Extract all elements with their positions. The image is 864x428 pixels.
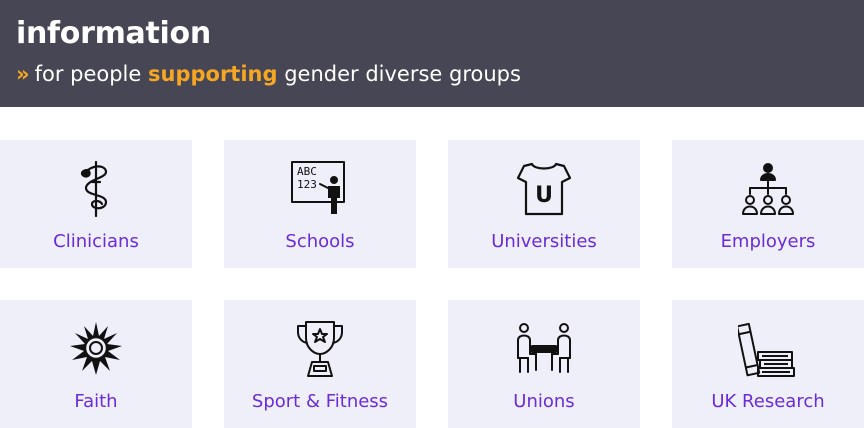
tile-uk-research[interactable]: UK Research (672, 300, 864, 428)
svg-text:ABC: ABC (297, 165, 317, 178)
tile-universities[interactable]: U Universities (448, 140, 640, 268)
subtitle-text-before: for people (34, 62, 148, 86)
org-chart-icon (738, 158, 798, 218)
university-tshirt-icon: U (514, 158, 574, 218)
chevron-icon: » (16, 62, 30, 86)
tile-schools[interactable]: ABC 123 Schools (224, 140, 416, 268)
tile-label: Sport & Fitness (251, 391, 389, 412)
sun-icon (66, 318, 126, 378)
teacher-blackboard-icon: ABC 123 (290, 158, 350, 218)
tile-label: Clinicians (53, 231, 139, 252)
tile-employers[interactable]: Employers (672, 140, 864, 268)
tile-label: Universities (491, 231, 597, 252)
tile-label: Faith (74, 391, 118, 412)
tile-label: Employers (720, 231, 816, 252)
books-icon (738, 318, 798, 378)
svg-text:U: U (535, 183, 553, 208)
tile-faith[interactable]: Faith (0, 300, 192, 428)
tile-label: UK Research (711, 391, 825, 412)
subtitle-highlight: supporting (148, 62, 278, 86)
page-subtitle: » for people supporting gender diverse gr… (16, 58, 521, 90)
caduceus-icon (66, 158, 126, 218)
meeting-table-icon (514, 318, 574, 378)
subtitle-text-after: gender diverse groups (277, 62, 521, 86)
page-title: information (16, 16, 211, 51)
tile-unions[interactable]: Unions (448, 300, 640, 428)
svg-text:123: 123 (297, 178, 317, 191)
tile-clinicians[interactable]: Clinicians (0, 140, 192, 268)
tile-label: Schools (285, 231, 355, 252)
header-banner: information » for people supporting gende… (0, 0, 864, 107)
tile-label: Unions (513, 391, 575, 412)
trophy-icon (290, 318, 350, 378)
tile-sport-fitness[interactable]: Sport & Fitness (224, 300, 416, 428)
